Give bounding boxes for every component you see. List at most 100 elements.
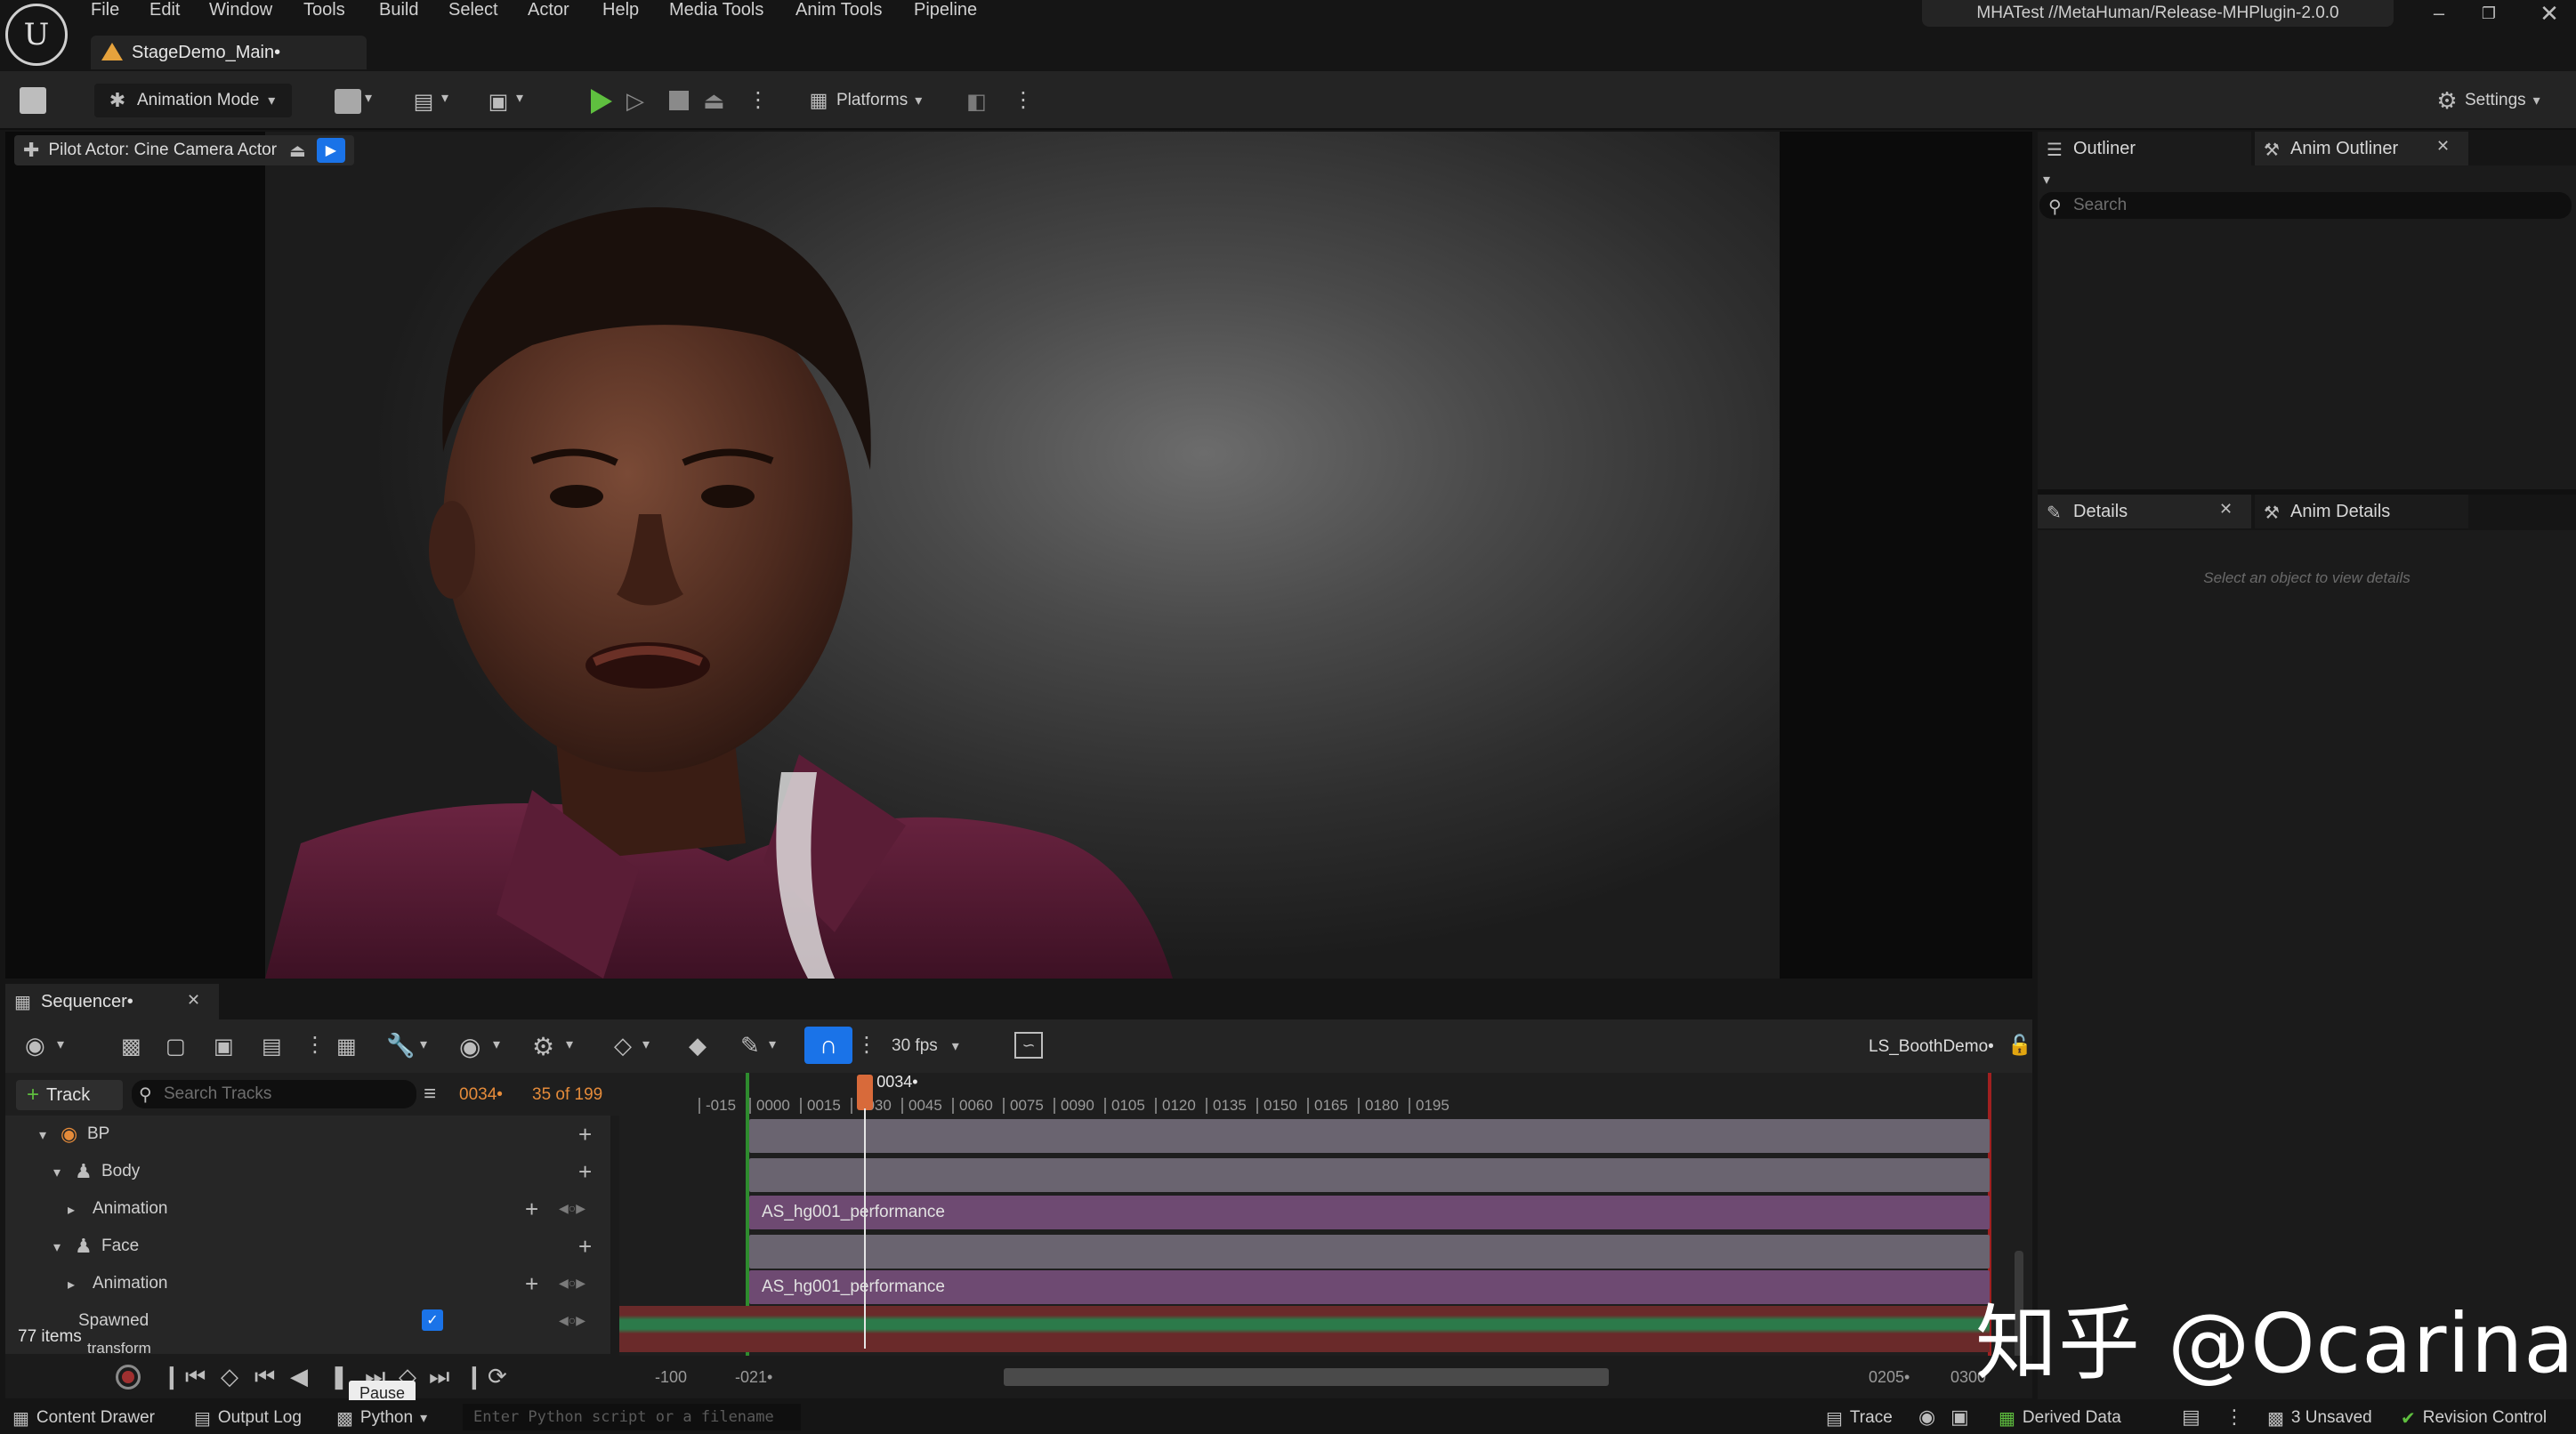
chevron-down-icon[interactable]: ▾ — [769, 1035, 776, 1053]
tab-anim-outliner[interactable]: ⚒ Anim Outliner ✕ — [2255, 132, 2468, 165]
collapse-arrow-icon[interactable]: ▾ — [39, 1126, 46, 1144]
python-console-input[interactable]: Enter Python script or a filename — [463, 1404, 801, 1430]
wrench-icon[interactable]: 🔧 — [386, 1032, 415, 1059]
derived-data-button[interactable]: ▦ Derived Data — [1999, 1406, 2121, 1430]
key-diamond-icon[interactable]: ◇ — [614, 1032, 632, 1059]
jump-to-end-icon[interactable]: ⏭ — [429, 1363, 449, 1391]
current-frame-field[interactable]: 0034• — [459, 1085, 503, 1105]
step-back-icon[interactable]: ⏮ — [254, 1363, 275, 1391]
track-row-body[interactable]: ▾ ♟ Body + — [5, 1153, 610, 1190]
menu-window[interactable]: Window — [209, 0, 272, 20]
add-subtrack-icon[interactable]: + — [525, 1196, 538, 1223]
menu-file[interactable]: File — [91, 0, 119, 20]
range-end-selection[interactable]: 0205• — [1869, 1368, 1910, 1387]
add-subtrack-icon[interactable]: + — [525, 1270, 538, 1298]
restore-icon[interactable]: ❐ — [2479, 4, 2499, 23]
revision-control-button[interactable]: ✔ Revision Control — [2401, 1406, 2547, 1430]
sequencer-timeline[interactable]: -015 0000 0015 0030 0045 0060 0075 0090 0105 0120… — [619, 1073, 2032, 1398]
unsaved-button[interactable]: ▩ 3 Unsaved — [2267, 1406, 2372, 1430]
more-options-icon[interactable]: ⋮ — [1013, 87, 1034, 113]
menu-edit[interactable]: Edit — [149, 0, 180, 20]
animation-mode-dropdown[interactable]: ✱ Animation Mode ▾ — [94, 84, 292, 117]
jump-end-marker-icon[interactable]: ❙ — [464, 1363, 484, 1390]
minimize-icon[interactable]: – — [2426, 0, 2452, 27]
filter-icon[interactable]: ≡ — [424, 1082, 436, 1107]
actor-to-sequencer-icon[interactable]: ▦ — [336, 1034, 357, 1059]
settings-dropdown[interactable]: ⚙ Settings ▾ — [2435, 84, 2568, 117]
browse-icon[interactable]: ▢ — [166, 1034, 186, 1059]
stop-icon[interactable] — [669, 91, 689, 110]
body-animation-clip[interactable]: AS_hg001_performance — [749, 1196, 1990, 1229]
previous-key-icon[interactable]: ◇ — [221, 1363, 238, 1390]
close-icon[interactable]: ✕ — [2538, 0, 2561, 27]
unreal-logo[interactable]: U — [5, 4, 68, 66]
world-icon[interactable]: ◉ — [25, 1032, 45, 1059]
add-subtrack-icon[interactable]: + — [578, 1158, 592, 1186]
filter-dropdown-icon[interactable]: ▾ — [2043, 171, 2050, 189]
outliner-search-input[interactable]: ⚲ Search — [2039, 192, 2572, 219]
more-options-icon[interactable]: ⋮ — [747, 87, 769, 113]
close-tab-icon[interactable]: ✕ — [2436, 137, 2450, 156]
curve-editor-icon[interactable]: ∽ — [1014, 1032, 1043, 1059]
expand-arrow-icon[interactable]: ▸ — [68, 1201, 75, 1219]
tab-sequencer[interactable]: ▦ Sequencer• ✕ — [5, 984, 219, 1019]
menu-help[interactable]: Help — [602, 0, 639, 20]
move-icon[interactable]: ✚ — [23, 139, 39, 162]
more-options-icon[interactable]: ⋮ — [304, 1032, 326, 1058]
save-icon[interactable] — [20, 87, 46, 114]
range-start[interactable]: -100 — [655, 1368, 687, 1387]
add-actor-icon[interactable] — [335, 89, 361, 114]
collapse-arrow-icon[interactable]: ▾ — [53, 1238, 61, 1256]
loop-icon[interactable]: ⟳ — [488, 1363, 507, 1390]
gear-icon[interactable]: ⚙ — [532, 1032, 554, 1061]
menu-tools[interactable]: Tools — [303, 0, 345, 20]
camera-icon[interactable]: ▶ — [316, 138, 345, 163]
cinematics-icon[interactable]: ▣ — [484, 89, 513, 114]
blueprint-icon[interactable]: ▤ — [409, 89, 438, 114]
menu-anim-tools[interactable]: Anim Tools — [795, 0, 882, 20]
save-sequence-icon[interactable]: ▩ — [121, 1034, 141, 1059]
add-subtrack-icon[interactable]: + — [578, 1121, 592, 1148]
chevron-down-icon[interactable]: ▾ — [516, 89, 523, 107]
playhead-handle[interactable] — [857, 1075, 874, 1110]
track-row-face[interactable]: ▾ ♟ Face + — [5, 1228, 610, 1265]
menu-build[interactable]: Build — [379, 0, 418, 20]
play-icon[interactable] — [591, 89, 612, 114]
auto-key-icon[interactable]: ◆ — [689, 1032, 707, 1059]
menu-actor[interactable]: Actor — [528, 0, 569, 20]
jump-to-start-icon[interactable]: ❙ — [162, 1363, 182, 1390]
brush-icon[interactable]: ✎ — [740, 1032, 760, 1059]
tab-outliner[interactable]: ☰ Outliner — [2038, 132, 2251, 165]
range-start-selection[interactable]: -021• — [735, 1368, 772, 1387]
add-subtrack-icon[interactable]: + — [578, 1233, 592, 1261]
collapse-arrow-icon[interactable]: ▾ — [53, 1164, 61, 1181]
python-dropdown[interactable]: ▩ Python ▾ — [336, 1406, 427, 1430]
menu-pipeline[interactable]: Pipeline — [914, 0, 977, 20]
jump-previous-key-icon[interactable]: ⏮ — [185, 1363, 206, 1391]
render-movie-icon[interactable]: ▣ — [214, 1034, 234, 1059]
device-icon[interactable]: ◧ — [966, 89, 987, 115]
add-track-button[interactable]: + Track — [16, 1080, 123, 1110]
live-coding-icon[interactable]: ◉ — [1918, 1406, 1935, 1429]
output-log-button[interactable]: ▤ Output Log — [194, 1406, 302, 1430]
eject-pilot-icon[interactable]: ⏏ — [289, 140, 306, 162]
chevron-down-icon[interactable]: ▾ — [57, 1035, 64, 1053]
face-animation-clip[interactable]: AS_hg001_performance — [749, 1270, 1990, 1304]
close-tab-icon[interactable]: ✕ — [2219, 500, 2233, 519]
tab-anim-details[interactable]: ⚒ Anim Details — [2255, 495, 2468, 528]
more-options-icon[interactable]: ⋮ — [2225, 1406, 2244, 1429]
menu-select[interactable]: Select — [448, 0, 498, 20]
body-track-bar[interactable] — [749, 1158, 1990, 1192]
chevron-down-icon[interactable]: ▾ — [441, 89, 448, 107]
playhead[interactable]: 0034• — [857, 1073, 918, 1349]
bp-track-bar[interactable] — [749, 1119, 1990, 1153]
level-viewport[interactable]: ✚ Pilot Actor: Cine Camera Actor ⏏ ▶ — [5, 132, 2032, 979]
content-drawer-button[interactable]: ▦ Content Drawer — [12, 1406, 155, 1430]
platforms-dropdown[interactable]: ▦ Platforms ▾ — [806, 84, 940, 117]
pause-icon[interactable]: ❚ — [329, 1363, 349, 1390]
trace-button[interactable]: ▤ Trace — [1826, 1406, 1893, 1430]
chevron-down-icon[interactable]: ▾ — [365, 89, 372, 107]
chevron-down-icon[interactable]: ▾ — [493, 1035, 500, 1053]
eject-icon[interactable]: ⏏ — [703, 87, 725, 115]
key-navigation-icon[interactable]: ◀○▶ — [559, 1201, 585, 1216]
